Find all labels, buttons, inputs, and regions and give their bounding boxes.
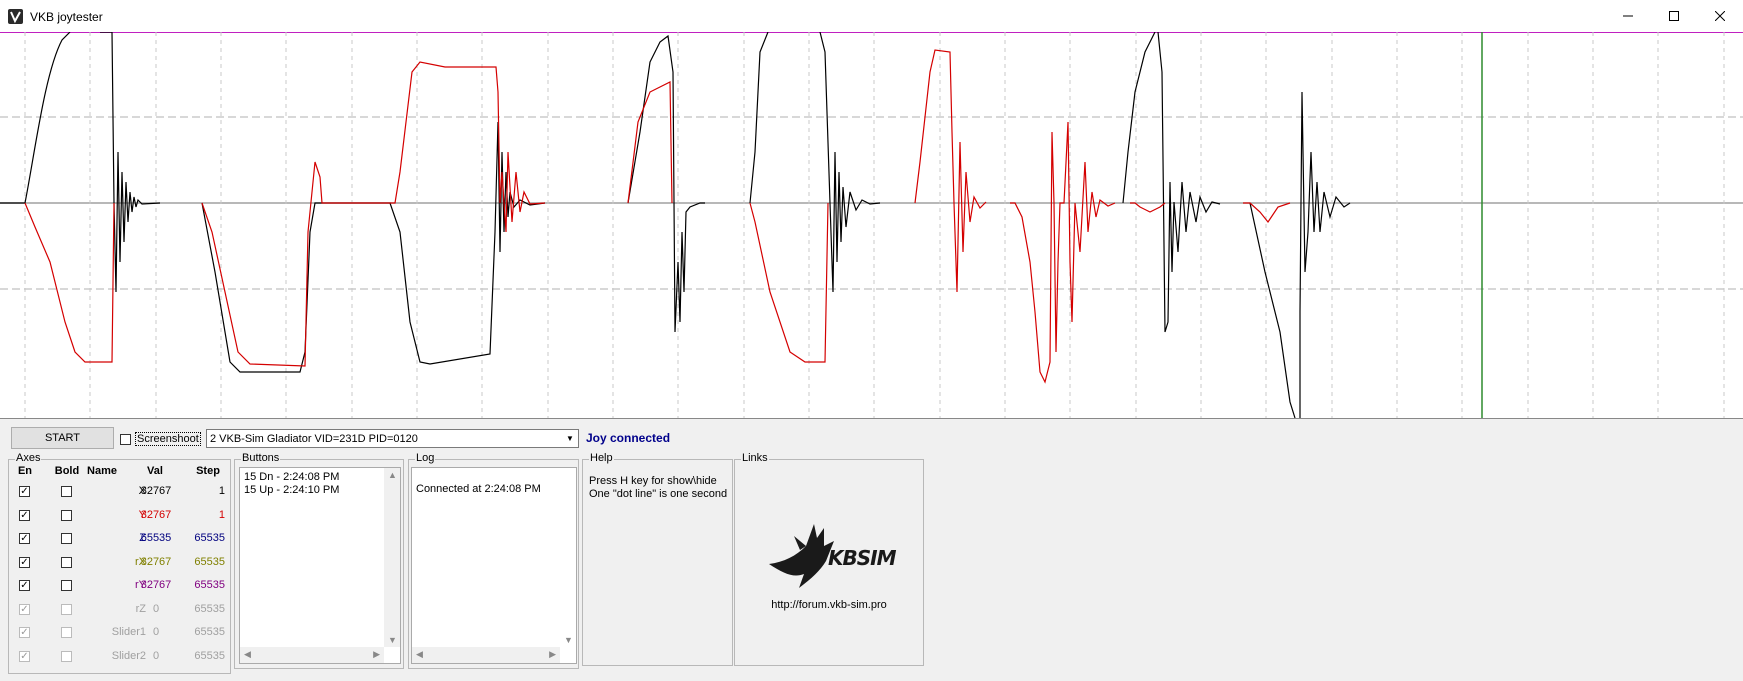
help-text: Press H key for show\hide One "dot line"… bbox=[589, 475, 727, 501]
log-hscroll[interactable]: ◀ ▶ bbox=[412, 647, 560, 663]
axis-bold-checkbox[interactable] bbox=[61, 651, 72, 662]
axis-name: Slider2 bbox=[111, 650, 146, 662]
axis-enable-checkbox[interactable]: ✓ bbox=[19, 557, 30, 568]
log-group-title: Log bbox=[415, 452, 436, 464]
help-line-2: One "dot line" is one second bbox=[589, 488, 728, 500]
axis-value: 32767 bbox=[140, 485, 172, 497]
axis-name: rZ bbox=[135, 603, 146, 615]
scroll-left-icon[interactable]: ◀ bbox=[416, 649, 423, 660]
minimize-button[interactable] bbox=[1605, 0, 1651, 32]
axes-header-name: Name bbox=[87, 465, 117, 477]
axis-name: rY bbox=[135, 579, 146, 591]
axis-step: 1 bbox=[218, 509, 225, 521]
buttons-list-item[interactable]: 15 Dn - 2:24:08 PM bbox=[244, 471, 339, 484]
axes-header-step: Step bbox=[196, 465, 220, 477]
start-button[interactable]: START bbox=[11, 427, 114, 449]
axis-value: 65535 bbox=[140, 532, 172, 544]
axis-plot-svg bbox=[0, 32, 1743, 418]
axis-step: 65535 bbox=[194, 626, 225, 638]
axis-enable-checkbox[interactable]: ✓ bbox=[19, 533, 30, 544]
close-icon bbox=[1715, 11, 1725, 21]
axis-bold-checkbox[interactable] bbox=[61, 557, 72, 568]
help-line-1: Press H key for show\hide bbox=[589, 475, 717, 487]
axis-enable-checkbox[interactable]: ✓ bbox=[19, 627, 30, 638]
axis-step: 65535 bbox=[194, 556, 225, 568]
axis-name: Z bbox=[139, 532, 146, 544]
axes-header-en: En bbox=[17, 465, 33, 477]
axis-value: 32767 bbox=[140, 579, 172, 591]
axis-bold-checkbox[interactable] bbox=[61, 580, 72, 591]
axis-bold-checkbox[interactable] bbox=[61, 627, 72, 638]
axes-header-val: Val bbox=[147, 465, 163, 477]
axis-value: 0 bbox=[152, 603, 160, 615]
help-group-title: Help bbox=[589, 452, 614, 464]
axis-bold-checkbox[interactable] bbox=[61, 510, 72, 521]
axis-value: 32767 bbox=[140, 509, 172, 521]
title-bar: VKB joytester bbox=[0, 0, 1743, 32]
y-axis-trace bbox=[24, 49, 1291, 384]
screenshot-checkbox[interactable] bbox=[120, 434, 131, 445]
links-group-title: Links bbox=[741, 452, 769, 464]
axis-step: 1 bbox=[218, 485, 225, 497]
close-button[interactable] bbox=[1697, 0, 1743, 32]
buttons-vscroll[interactable]: ▲ ▼ bbox=[384, 468, 400, 647]
buttons-listbox[interactable]: 15 Dn - 2:24:08 PM 15 Up - 2:24:10 PM ▲ ▼… bbox=[239, 467, 401, 664]
connection-status: Joy connected bbox=[586, 431, 671, 445]
axis-enable-checkbox[interactable]: ✓ bbox=[19, 486, 30, 497]
vkb-logo-text: KBSIM bbox=[828, 546, 896, 570]
scroll-left-icon[interactable]: ◀ bbox=[244, 649, 251, 660]
screenshot-label[interactable]: Screenshoot bbox=[135, 432, 201, 446]
device-select[interactable]: 2 VKB-Sim Gladiator VID=231D PID=0120 ▼ bbox=[206, 429, 579, 448]
axis-enable-checkbox[interactable]: ✓ bbox=[19, 510, 30, 521]
maximize-icon bbox=[1669, 11, 1679, 21]
scroll-down-icon[interactable]: ▼ bbox=[388, 635, 397, 645]
axis-step: 65535 bbox=[194, 532, 225, 544]
window-title: VKB joytester bbox=[30, 10, 103, 24]
scroll-right-icon[interactable]: ▶ bbox=[549, 649, 556, 660]
x-axis-trace bbox=[0, 32, 1351, 418]
log-list: Connected at 2:24:08 PM bbox=[416, 483, 541, 496]
axis-bold-checkbox[interactable] bbox=[61, 486, 72, 497]
axis-value: 0 bbox=[152, 650, 160, 662]
buttons-list-item[interactable]: 15 Up - 2:24:10 PM bbox=[244, 484, 339, 497]
minimize-icon bbox=[1623, 15, 1633, 17]
axis-name: rX bbox=[135, 556, 146, 568]
scroll-down-icon[interactable]: ▼ bbox=[564, 635, 573, 645]
log-vscroll[interactable]: ▼ bbox=[560, 468, 576, 647]
device-select-value: 2 VKB-Sim Gladiator VID=231D PID=0120 bbox=[210, 433, 418, 445]
axis-step: 65535 bbox=[194, 579, 225, 591]
axis-plot-area bbox=[0, 32, 1743, 419]
maximize-button[interactable] bbox=[1651, 0, 1697, 32]
axis-enable-checkbox[interactable]: ✓ bbox=[19, 604, 30, 615]
axis-step: 65535 bbox=[194, 650, 225, 662]
forum-link[interactable]: http://forum.vkb-sim.pro bbox=[734, 599, 924, 611]
axis-value: 0 bbox=[152, 626, 160, 638]
scroll-right-icon[interactable]: ▶ bbox=[373, 649, 380, 660]
axis-name: Slider1 bbox=[111, 626, 146, 638]
buttons-hscroll[interactable]: ◀ ▶ bbox=[240, 647, 384, 663]
log-listbox[interactable]: Connected at 2:24:08 PM ▼ ◀ ▶ bbox=[411, 467, 577, 664]
axis-enable-checkbox[interactable]: ✓ bbox=[19, 651, 30, 662]
scroll-up-icon[interactable]: ▲ bbox=[388, 470, 397, 480]
axes-header-bold: Bold bbox=[54, 465, 80, 477]
buttons-group-title: Buttons bbox=[241, 452, 281, 464]
log-list-item[interactable]: Connected at 2:24:08 PM bbox=[416, 483, 541, 496]
axis-bold-checkbox[interactable] bbox=[61, 604, 72, 615]
axis-name: Y bbox=[138, 509, 146, 521]
chevron-down-icon[interactable]: ▼ bbox=[562, 430, 578, 447]
axis-name: X bbox=[138, 485, 146, 497]
axis-value: 32767 bbox=[140, 556, 172, 568]
axis-bold-checkbox[interactable] bbox=[61, 533, 72, 544]
axis-enable-checkbox[interactable]: ✓ bbox=[19, 580, 30, 591]
axes-group-title: Axes bbox=[15, 452, 42, 464]
vkb-app-icon bbox=[8, 9, 23, 24]
plot-grid bbox=[0, 32, 1743, 418]
buttons-list: 15 Dn - 2:24:08 PM 15 Up - 2:24:10 PM bbox=[244, 471, 339, 497]
axis-step: 65535 bbox=[194, 603, 225, 615]
